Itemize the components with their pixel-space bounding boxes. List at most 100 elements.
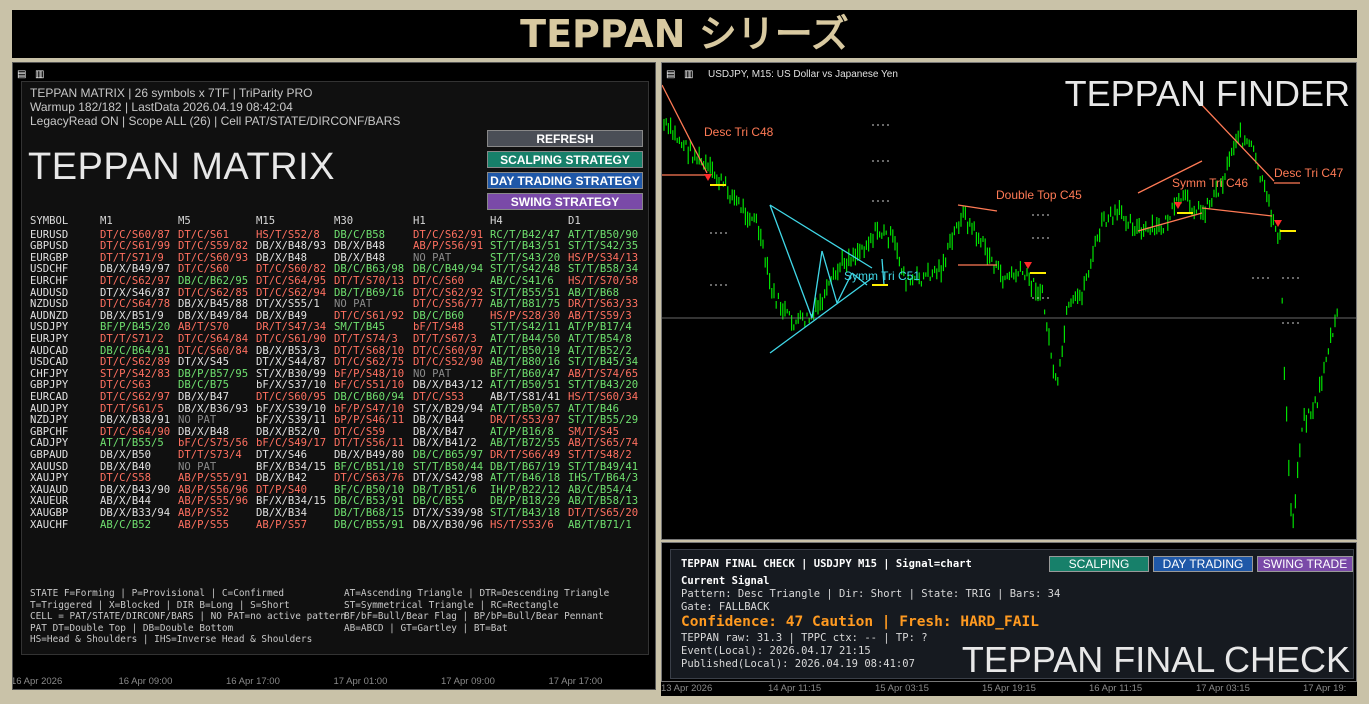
matrix-cell: DT/C/S64/84 [178, 333, 249, 345]
time-axis-label: 17 Apr 09:00 [441, 676, 495, 687]
matrix-window: ▤ ▥ TEPPAN MATRIX | 26 symbols x 7TF | T… [12, 62, 656, 690]
matrix-cell: DT/X/S39/98 [413, 507, 484, 519]
final-check-window: TEPPAN FINAL CHECK | USDJPY M15 | Signal… [661, 542, 1357, 682]
time-axis-label: 17 Apr 17:00 [548, 676, 603, 687]
matrix-cell: DB/X/B50 [100, 449, 152, 461]
legend-line: AT=Ascending Triangle | DTR=Descending T… [344, 588, 610, 599]
time-axis-label: 15 Apr 03:15 [875, 683, 929, 694]
pattern-line [1137, 212, 1203, 232]
matrix-header-line: Warmup 182/182 | LastData 2026.04.19 08:… [30, 100, 293, 114]
event-line: Event(Local): 2026.04.17 21:15 [681, 645, 871, 657]
matrix-cell: DB/C/B62/95 [178, 275, 249, 287]
matrix-cell: AB/T/S81/41 [490, 391, 561, 403]
matrix-cell: DT/C/S62/97 [100, 391, 171, 403]
matrix-cell: D1 [568, 215, 581, 227]
time-axis-label: 16 Apr 17:00 [226, 676, 280, 687]
pattern-label: Double Top C45 [996, 188, 1082, 202]
symbol-cell: EURCHF [30, 275, 69, 287]
legend-line: T=Triggered | X=Blocked | DIR B=Long | S… [30, 599, 290, 611]
legend-right: AT=Ascending Triangle | DTR=Descending T… [344, 588, 609, 634]
sell-arrow-icon [1174, 202, 1182, 209]
symbol-cell: XAUCHF [30, 518, 69, 531]
swing-trade-button[interactable]: SWING TRADE [1257, 556, 1353, 572]
matrix-cell: H4 [490, 215, 503, 227]
refresh-button[interactable]: REFRESH [487, 130, 643, 147]
matrix-cell: DT/C/S64/95 [256, 275, 327, 287]
final-check-title: TEPPAN FINAL CHECK | USDJPY M15 | Signal… [681, 558, 972, 570]
time-axis-label: 16 Apr 11:15 [1089, 683, 1143, 694]
matrix-cell: AB/P/S52 [178, 507, 230, 519]
raw-line: TEPPAN raw: 31.3 | TPPC ctx: -- | TP: ? [681, 632, 928, 644]
matrix-time-axis: 16 Apr 2026 16 Apr 09:00 16 Apr 17:00 17 Ap… [12, 675, 655, 689]
matrix-cell: DB/X/B47 [178, 391, 230, 403]
series-banner: TEPPAN シリーズ [12, 10, 1357, 58]
pattern-line [957, 204, 998, 212]
finder-chart-window: ▤ ▥ USDJPY, M15: US Dollar vs Japanese Y… [661, 62, 1357, 540]
time-axis-label: 13 Apr 2026 [661, 683, 713, 694]
matrix-cell: DT/C/S53 [413, 391, 465, 403]
matrix-cell: M15 [256, 215, 276, 227]
finder-time-axis: 13 Apr 2026 14 Apr 11:15 15 Apr 03:15 15 Ap… [661, 682, 1357, 696]
matrix-cell: AB/C/B52 [100, 518, 152, 531]
matrix-cell: ST/T/S48/2 [568, 449, 632, 461]
matrix-panel: TEPPAN MATRIX | 26 symbols x 7TF | TriPa… [21, 81, 649, 655]
pattern-label: Symm Tri C51 [844, 269, 921, 283]
legend-line: PAT DT=Double Top | DB=Double Bottom [30, 622, 234, 634]
final-check-big-title: TEPPAN FINAL CHECK [961, 639, 1350, 680]
matrix-cell: DT/T/S73/4 [178, 449, 242, 461]
matrix-cell: DB/C/B60/94 [334, 391, 405, 403]
matrix-cell: DB/C/B65/97 [413, 449, 484, 461]
time-axis-label: 17 Apr 01:00 [333, 676, 388, 687]
finder-big-title: TEPPAN FINDER [1064, 73, 1350, 114]
sell-arrow-icon [1024, 262, 1032, 269]
day-trading-strategy-button[interactable]: DAY TRADING STRATEGY [487, 172, 643, 189]
symbol-cell: XAUGBP [30, 507, 69, 519]
matrix-cell: M1 [100, 215, 113, 227]
matrix-cell: AB/P/S57 [256, 518, 308, 531]
matrix-cell: DT/T/S70/13 [334, 275, 405, 287]
symbol-cell: EURJPY [30, 333, 69, 345]
time-axis-label: 16 Apr 09:00 [118, 676, 173, 687]
matrix-cell: DT/C/S60/95 [256, 391, 327, 403]
pattern-label: Symm Tri C46 [1172, 176, 1249, 190]
confidence-line: Confidence: 47 Caution | Fresh: HARD_FAI… [681, 614, 1039, 630]
matrix-cell: AT/T/B54/8 [568, 333, 632, 345]
legend-line: HS=Head & Shoulders | IHS=Inverse Head &… [30, 634, 313, 646]
matrix-cell: AB/T/B71/1 [568, 518, 632, 531]
matrix-cell: DT/X/S46 [256, 449, 308, 461]
symbol-cell: EURCAD [30, 391, 69, 403]
matrix-cell: DB/X/B30/96 [413, 518, 484, 531]
legend-line: STATE F=Forming | P=Provisional | C=Conf… [30, 588, 284, 599]
time-axis-label: 16 Apr 2026 [12, 676, 63, 687]
matrix-cell: HS/T/S60/34 [568, 391, 639, 403]
matrix-cell: AB/P/S55 [178, 518, 230, 531]
matrix-cell: DB/X/B33/94 [100, 507, 171, 519]
swing-strategy-button[interactable]: SWING STRATEGY [487, 193, 643, 210]
legend-line: CELL = PAT/STATE/DIRCONF/BARS | NO PAT=n… [30, 611, 347, 623]
matrix-cell: M30 [334, 215, 354, 227]
matrix-cell: DB/C/B55/91 [334, 518, 405, 531]
matrix-header-line: LegacyRead ON | Scope ALL (26) | Cell PA… [30, 114, 401, 128]
matrix-header: TEPPAN MATRIX | 26 symbols x 7TF | TriPa… [30, 86, 400, 128]
matrix-cell: DR/T/S66/49 [490, 449, 561, 461]
matrix-cell: DT/C/S60 [413, 275, 465, 287]
legend-line: ST=Symmetrical Triangle | RC=Rectangle [344, 599, 559, 611]
matrix-cell: DB/T/B68/15 [334, 507, 405, 519]
current-signal-label: Current Signal [681, 575, 770, 587]
pattern-label: Desc Tri C48 [704, 125, 774, 139]
day-trading-button[interactable]: DAY TRADING [1153, 556, 1253, 572]
sell-arrow-icon [704, 174, 712, 181]
chart-window-icon: ▤ [17, 69, 27, 80]
legend-left: STATE F=Forming | P=Provisional | C=Conf… [30, 588, 346, 646]
matrix-cell: DT/T/S67/3 [413, 333, 477, 345]
time-axis-label: 17 Apr 19: [1303, 683, 1347, 694]
matrix-cell: DT/T/S71/2 [100, 333, 164, 345]
matrix-cell: AB/C/S41/6 [490, 275, 554, 287]
matrix-cell: DT/C/S62/97 [100, 275, 171, 287]
scalping-button[interactable]: SCALPING [1049, 556, 1149, 572]
scalping-strategy-button[interactable]: SCALPING STRATEGY [487, 151, 643, 168]
matrix-cell: HS/T/S70/58 [568, 275, 639, 287]
matrix-cell: DT/T/S74/3 [334, 333, 398, 345]
matrix-big-title: TEPPAN MATRIX [28, 146, 336, 188]
symbol-cell: GBPAUD [30, 449, 69, 461]
